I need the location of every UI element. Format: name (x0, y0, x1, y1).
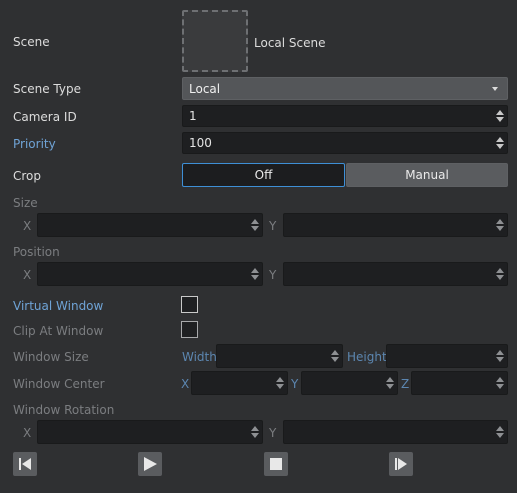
priority-input[interactable]: 100 (182, 132, 508, 154)
window-height-input[interactable] (386, 344, 508, 368)
window-center-z-label: Z (401, 377, 410, 391)
chevron-down-icon (492, 87, 498, 91)
scene-label: Scene (13, 35, 50, 49)
scene-type-value: Local (189, 82, 221, 96)
window-width-label: Width (182, 350, 217, 364)
crop-off-button[interactable]: Off (182, 163, 345, 187)
crop-manual-button[interactable]: Manual (346, 163, 508, 187)
window-rotation-x-label: X (23, 426, 32, 440)
play-icon (144, 457, 157, 471)
crop-label: Crop (13, 169, 42, 183)
window-rotation-y-spinner[interactable] (496, 425, 504, 439)
window-center-x-label: X (181, 377, 190, 391)
position-label: Position (13, 245, 60, 259)
priority-label: Priority (13, 137, 56, 151)
size-x-spinner[interactable] (251, 218, 259, 232)
virtual-window-checkbox[interactable] (181, 296, 198, 313)
scene-type-label: Scene Type (13, 82, 81, 96)
window-center-y-label: Y (291, 377, 299, 391)
position-y-input[interactable] (283, 262, 508, 286)
stop-icon (270, 458, 282, 470)
clip-at-window-checkbox[interactable] (181, 321, 198, 338)
window-width-spinner[interactable] (331, 349, 339, 363)
priority-spinner[interactable] (496, 136, 504, 150)
size-y-label: Y (269, 219, 277, 233)
window-width-input[interactable] (216, 344, 343, 368)
play-button[interactable] (138, 452, 162, 476)
skip-to-start-button[interactable] (13, 452, 37, 476)
window-rotation-label: Window Rotation (13, 403, 115, 417)
size-label: Size (13, 196, 38, 210)
size-y-input[interactable] (283, 213, 508, 237)
scene-caption: Local Scene (254, 36, 326, 50)
window-height-label: Height (347, 350, 387, 364)
skip-to-start-icon (19, 458, 31, 470)
size-x-input[interactable] (37, 213, 263, 237)
camera-id-input[interactable]: 1 (182, 105, 508, 127)
virtual-window-label: Virtual Window (13, 299, 104, 313)
position-x-input[interactable] (37, 262, 263, 286)
window-center-x-spinner[interactable] (276, 376, 284, 390)
position-y-spinner[interactable] (496, 267, 504, 281)
window-center-y-input[interactable] (301, 371, 398, 395)
clip-at-window-label: Clip At Window (13, 324, 104, 338)
window-center-label: Window Center (13, 377, 105, 391)
position-x-label: X (23, 268, 32, 282)
size-y-spinner[interactable] (496, 218, 504, 232)
priority-value: 100 (189, 136, 212, 150)
window-rotation-y-label: Y (269, 426, 277, 440)
window-size-label: Window Size (13, 350, 89, 364)
window-rotation-x-spinner[interactable] (251, 425, 259, 439)
window-center-z-spinner[interactable] (496, 376, 504, 390)
window-center-z-input[interactable] (411, 371, 508, 395)
window-height-spinner[interactable] (496, 349, 504, 363)
camera-id-spinner[interactable] (496, 109, 504, 123)
size-x-label: X (23, 219, 32, 233)
window-rotation-y-input[interactable] (283, 420, 508, 444)
step-forward-button[interactable] (389, 452, 413, 476)
window-center-y-spinner[interactable] (386, 376, 394, 390)
window-center-x-input[interactable] (191, 371, 288, 395)
camera-id-label: Camera ID (13, 110, 77, 124)
step-forward-icon (395, 458, 407, 470)
window-rotation-x-input[interactable] (37, 420, 263, 444)
position-x-spinner[interactable] (251, 267, 259, 281)
stop-button[interactable] (264, 452, 288, 476)
scene-thumbnail[interactable] (182, 10, 248, 72)
scene-type-select[interactable]: Local (182, 77, 508, 100)
position-y-label: Y (269, 268, 277, 282)
camera-id-value: 1 (189, 109, 197, 123)
